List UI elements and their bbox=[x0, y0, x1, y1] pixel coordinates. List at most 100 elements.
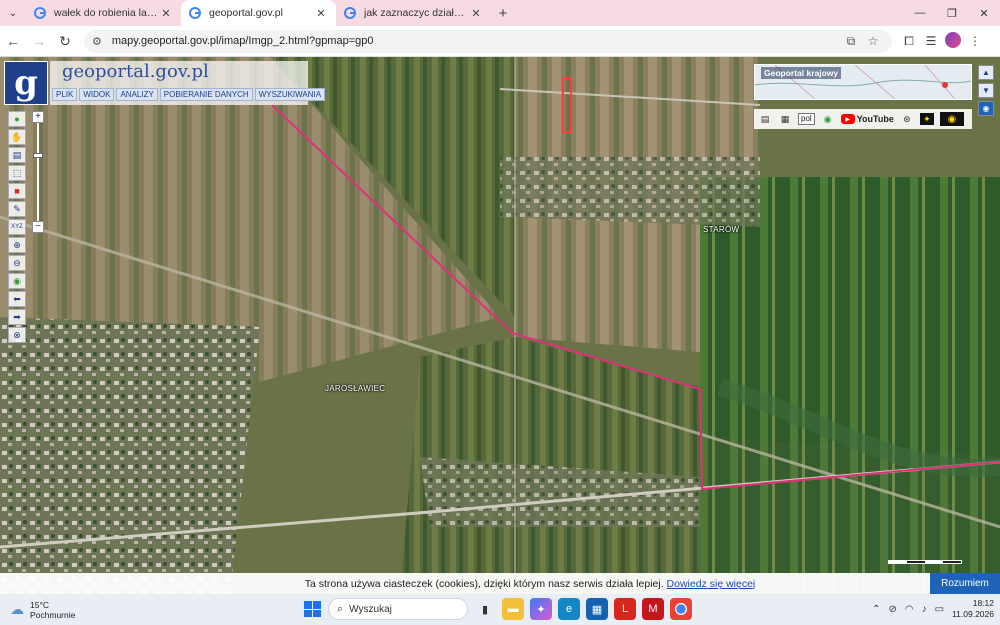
browser-tab[interactable]: jak zaznaczyc działke na geopo… ✕ bbox=[336, 0, 491, 26]
xyz-coordinates-icon[interactable]: XYZ bbox=[8, 219, 26, 235]
youtube-link[interactable]: ▶ YouTube bbox=[840, 114, 894, 124]
forward-button[interactable]: → bbox=[26, 28, 52, 54]
browser-tab[interactable]: wałek do robienia lamperii - Sz… ✕ bbox=[26, 0, 181, 26]
profile-avatar[interactable] bbox=[942, 31, 964, 51]
wifi-icon[interactable]: ◠ bbox=[905, 604, 914, 615]
menu-wyszukiwania[interactable]: WYSZUKIWANIA bbox=[254, 88, 326, 101]
menu-widok[interactable]: WIDOK bbox=[79, 88, 115, 101]
zoom-slider[interactable]: + − bbox=[32, 111, 44, 235]
accessibility-icon[interactable]: ⊛ bbox=[900, 113, 914, 125]
mcafee-icon[interactable]: M bbox=[642, 598, 664, 620]
install-app-icon[interactable]: ⧉ bbox=[840, 34, 862, 49]
map-canvas[interactable]: STARÓW JAROSŁAWIEC g geoportal.gov.pl PL… bbox=[0, 57, 1000, 594]
store-icon[interactable]: ▦ bbox=[586, 598, 608, 620]
search-placeholder: Wyszukaj bbox=[349, 603, 392, 615]
zoom-out-icon[interactable]: ⊖ bbox=[8, 255, 26, 271]
tab-title: wałek do robienia lamperii - Sz… bbox=[54, 7, 159, 19]
site-info-icon[interactable]: ⚙ bbox=[92, 35, 102, 48]
compass-icon[interactable]: ⊗ bbox=[8, 327, 26, 343]
menu-pobieranie-danych[interactable]: POBIERANIE DANYCH bbox=[159, 88, 253, 101]
browser-tab-strip: ⌄ wałek do robienia lamperii - Sz… ✕ geo… bbox=[0, 0, 1000, 26]
office-l-icon[interactable]: L bbox=[614, 598, 636, 620]
select-icon[interactable]: ⬚ bbox=[8, 165, 26, 181]
collapse-up-icon[interactable]: ▲ bbox=[978, 65, 994, 80]
overview-label: Geoportal krajowy bbox=[761, 67, 842, 79]
info-icon[interactable]: ● bbox=[8, 111, 26, 127]
back-button[interactable]: ← bbox=[0, 28, 26, 54]
settings-icon[interactable]: ◉ bbox=[821, 113, 835, 125]
weather-widget[interactable]: ☁ 15°C Pochmurnie bbox=[10, 600, 100, 620]
cookie-accept-button[interactable]: Rozumiem bbox=[930, 573, 1000, 594]
contrast-icon[interactable]: ✦ bbox=[919, 113, 934, 125]
bookmark-star-icon[interactable]: ☆ bbox=[862, 34, 884, 48]
tab-title: geoportal.gov.pl bbox=[209, 7, 283, 19]
tab-title: jak zaznaczyc działke na geopo… bbox=[364, 7, 469, 19]
search-icon: ⌕ bbox=[337, 602, 344, 615]
language-select[interactable]: pol bbox=[798, 113, 815, 125]
edge-icon[interactable]: e bbox=[558, 598, 580, 620]
zoom-slider-handle[interactable] bbox=[33, 153, 43, 158]
next-view-icon[interactable]: ➡ bbox=[8, 309, 26, 325]
draw-pencil-icon[interactable]: ✎ bbox=[8, 201, 26, 217]
zoom-minus-button[interactable]: − bbox=[32, 221, 44, 233]
expand-down-icon[interactable]: ▼ bbox=[978, 83, 994, 98]
reload-button[interactable]: ↻ bbox=[52, 28, 78, 54]
cookie-learn-more-link[interactable]: Dowiedz się więcej bbox=[667, 578, 756, 590]
system-tray: ⌃ ⊘ ◠ ♪ ▭ 18:12 11.09.2026 bbox=[872, 598, 994, 620]
menu-analizy[interactable]: ANALIZY bbox=[116, 88, 158, 101]
kml-icon[interactable]: ▦ bbox=[778, 113, 792, 125]
clear-icon[interactable]: ■ bbox=[8, 183, 26, 199]
geoportal-logo[interactable]: g bbox=[4, 61, 48, 105]
google-icon bbox=[189, 7, 201, 19]
brand-title: geoportal.gov.pl bbox=[62, 61, 209, 82]
task-view-icon[interactable]: ▮ bbox=[474, 598, 496, 620]
volume-icon[interactable]: ♪ bbox=[922, 604, 927, 615]
right-toolbar: ▲ ▼ ◉ bbox=[978, 65, 994, 116]
close-tab-icon[interactable]: ✕ bbox=[314, 7, 328, 20]
restore-icon[interactable]: ❐ bbox=[936, 0, 968, 26]
weather-temperature: 15°C bbox=[30, 599, 49, 610]
browser-tab-active[interactable]: geoportal.gov.pl ✕ bbox=[181, 0, 336, 26]
minimize-icon[interactable]: — bbox=[904, 0, 936, 26]
document-icon[interactable]: ▤ bbox=[758, 113, 772, 125]
file-explorer-icon[interactable]: ▬ bbox=[502, 598, 524, 620]
close-tab-icon[interactable]: ✕ bbox=[159, 7, 173, 20]
extensions-icon[interactable]: ⧠ bbox=[898, 34, 920, 49]
clock[interactable]: 18:12 11.09.2026 bbox=[952, 598, 994, 620]
close-window-icon[interactable]: ✕ bbox=[968, 0, 1000, 26]
eye-icon[interactable]: ◉ bbox=[939, 112, 964, 126]
layers-icon[interactable]: ▤ bbox=[8, 147, 26, 163]
globe-icon[interactable]: ◉ bbox=[8, 273, 26, 289]
view-eye-icon[interactable]: ◉ bbox=[978, 101, 994, 116]
cloud-icon: ☁ bbox=[10, 601, 24, 617]
logo-letter: g bbox=[14, 63, 38, 103]
previous-view-icon[interactable]: ⬅ bbox=[8, 291, 26, 307]
taskbar-apps: ⌕ Wyszukaj ▮ ▬ ✦ e ▦ L M bbox=[302, 598, 692, 620]
pan-hand-icon[interactable]: ✋ bbox=[8, 129, 26, 145]
reading-list-icon[interactable]: ☰ bbox=[920, 34, 942, 48]
windows-start-icon[interactable] bbox=[302, 599, 322, 619]
youtube-label: YouTube bbox=[856, 114, 894, 124]
copilot-icon[interactable]: ✦ bbox=[530, 598, 552, 620]
address-bar[interactable]: ⚙ mapy.geoportal.gov.pl/imap/Imgp_2.html… bbox=[84, 29, 892, 53]
zoom-in-icon[interactable]: ⊕ bbox=[8, 237, 26, 253]
zoom-plus-button[interactable]: + bbox=[32, 111, 44, 123]
browser-toolbar: ← → ↻ ⚙ mapy.geoportal.gov.pl/imap/Imgp_… bbox=[0, 26, 1000, 57]
windows-taskbar: ☁ 15°C Pochmurnie ⌕ Wyszukaj ▮ ▬ ✦ e ▦ L… bbox=[0, 594, 1000, 625]
tab-search-button[interactable]: ⌄ bbox=[0, 0, 26, 26]
more-menu-icon[interactable]: ⋮ bbox=[964, 34, 986, 48]
close-tab-icon[interactable]: ✕ bbox=[469, 7, 483, 20]
chrome-icon[interactable] bbox=[670, 598, 692, 620]
menu-plik[interactable]: PLIK bbox=[52, 88, 78, 101]
url-text[interactable]: mapy.geoportal.gov.pl/imap/Imgp_2.html?g… bbox=[112, 35, 840, 47]
chevron-up-icon[interactable]: ⌃ bbox=[872, 604, 880, 615]
new-tab-button[interactable]: + bbox=[491, 0, 515, 26]
overview-map[interactable]: Geoportal krajowy bbox=[754, 64, 972, 100]
clock-date: 11.09.2026 bbox=[952, 609, 994, 619]
battery-icon[interactable]: ▭ bbox=[935, 604, 944, 615]
taskbar-search[interactable]: ⌕ Wyszukaj bbox=[328, 598, 468, 620]
network-off-icon[interactable]: ⊘ bbox=[889, 604, 897, 615]
clock-time: 18:12 bbox=[972, 598, 994, 608]
weather-description: Pochmurnie bbox=[30, 609, 76, 620]
place-label: STARÓW bbox=[703, 225, 740, 234]
